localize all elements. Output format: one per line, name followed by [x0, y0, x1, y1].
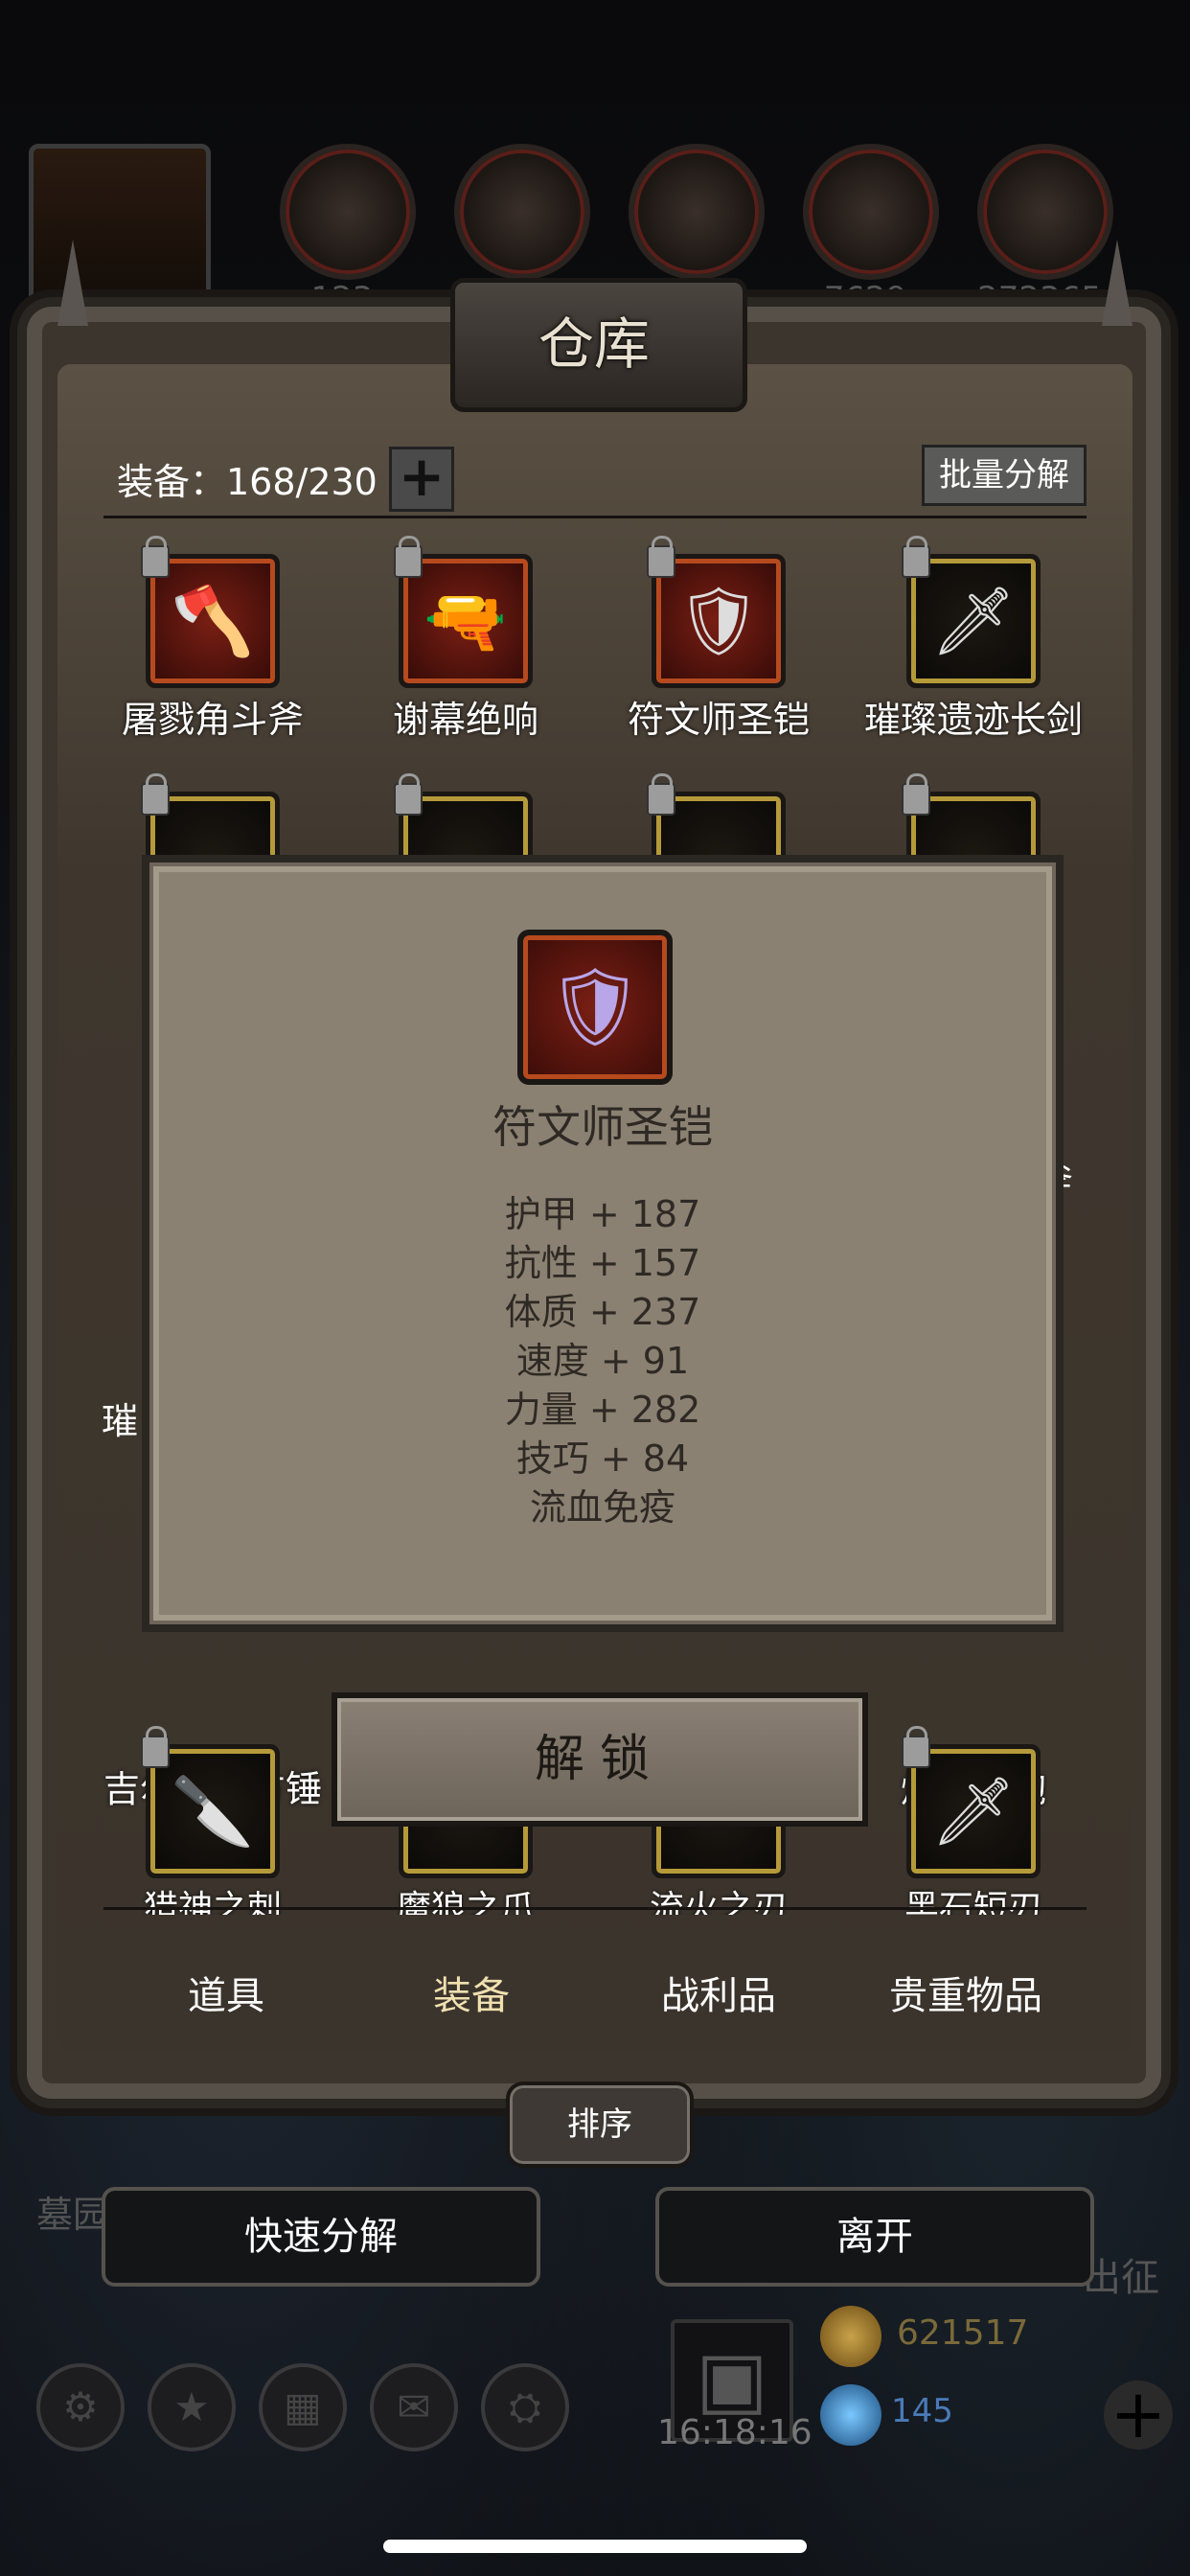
shop-icon[interactable]: ⛭ [481, 2363, 569, 2451]
hero-portrait[interactable] [29, 144, 211, 316]
item-glyph: 🗡 [930, 1772, 1017, 1851]
item-glyph: 🛡 [675, 582, 762, 660]
item-name-partial: 璀 [102, 1400, 139, 1442]
short-blade-icon: 🗡 [902, 1726, 1041, 1878]
tab-equipment[interactable]: 装备 [347, 1965, 596, 2020]
location-label[interactable]: 墓园 [36, 2185, 109, 2238]
sort-button[interactable]: 排序 [506, 2082, 694, 2168]
item-glyph: 🔪 [171, 1772, 255, 1851]
ore-resource-icon [977, 144, 1113, 280]
sword-icon: 🗡 [902, 536, 1041, 688]
add-currency-button[interactable]: + [1104, 2380, 1173, 2450]
item-slot[interactable]: 🛡 符文师圣铠 [592, 536, 845, 743]
axe-icon: 🪓 [141, 536, 280, 688]
stat-speed: 速度 + 91 [515, 1340, 690, 1382]
bulk-salvage-button[interactable]: 批量分解 [922, 445, 1087, 506]
tab-loot[interactable]: 战利品 [594, 1965, 843, 2020]
item-name: 符文师圣铠 [627, 699, 810, 741]
revolver-icon: 🔫 [394, 536, 533, 688]
stat-constitution: 体质 + 237 [504, 1291, 701, 1333]
frame-spike-icon [1102, 240, 1133, 326]
frame-spike-icon [57, 240, 88, 326]
gem-amount: 145 [891, 2392, 953, 2430]
star-icon[interactable]: ★ [148, 2363, 236, 2451]
item-slot[interactable]: 🗡 黑石短刃 [847, 1726, 1100, 1915]
armor-icon: 🛡 [647, 536, 786, 688]
window-title: 仓库 [538, 311, 650, 377]
item-detail-name: 符文师圣铠 [492, 1101, 713, 1153]
unlock-button[interactable]: 解锁 [332, 1692, 868, 1827]
divider [103, 516, 1087, 518]
item-name: 谢幕绝响 [392, 699, 538, 741]
mail-icon[interactable]: ✉ [370, 2363, 458, 2451]
stat-resistance: 抗性 + 157 [504, 1242, 701, 1284]
item-glyph: 🗡 [930, 582, 1017, 660]
item-slot[interactable]: 🔪 猎神之刺 [86, 1726, 339, 1915]
item-slot[interactable]: 🪓 屠戮角斗斧 [86, 536, 339, 743]
home-indicator[interactable] [383, 2540, 807, 2553]
stat-strength: 力量 + 282 [504, 1389, 701, 1431]
codex-icon[interactable]: ▦ [259, 2363, 347, 2451]
gold-coin-icon [820, 2306, 881, 2367]
iron-resource-icon [629, 144, 765, 280]
armor-icon: 🛡 [517, 930, 673, 1085]
leather-resource-icon [280, 144, 416, 280]
sortie-label[interactable]: 出征 [1083, 2246, 1159, 2302]
leave-button[interactable]: 离开 [655, 2187, 1094, 2287]
tab-items[interactable]: 道具 [102, 1965, 351, 2020]
equipment-capacity: 装备：168/230 [117, 461, 378, 503]
item-name: 璀璨遗迹长剑 [863, 699, 1083, 741]
tab-valuables[interactable]: 贵重物品 [841, 1965, 1090, 2020]
game-clock: 16:18:16 [657, 2413, 812, 2452]
quick-salvage-button[interactable]: 快速分解 [102, 2187, 540, 2287]
item-name: 屠戮角斗斧 [121, 699, 304, 741]
item-glyph: 🔫 [423, 582, 508, 660]
divider [103, 1907, 1087, 1910]
item-slot[interactable]: 🗡 璀璨遗迹长剑 [847, 536, 1100, 743]
wood-resource-icon [454, 144, 590, 280]
item-glyph: 🪓 [171, 582, 255, 660]
gem-icon [820, 2384, 881, 2446]
expand-capacity-button[interactable]: + [389, 447, 454, 512]
stat-skill: 技巧 + 84 [515, 1438, 690, 1480]
gold-amount: 621517 [897, 2313, 1029, 2353]
stat-armor: 护甲 + 187 [504, 1193, 701, 1235]
settings-icon[interactable]: ⚙ [36, 2363, 125, 2451]
stat-bleed-immunity: 流血免疫 [529, 1486, 675, 1529]
item-slot[interactable]: 🔫 谢幕绝响 [339, 536, 592, 743]
dagger-icon: 🔪 [141, 1726, 280, 1878]
crystal-resource-icon [803, 144, 939, 280]
